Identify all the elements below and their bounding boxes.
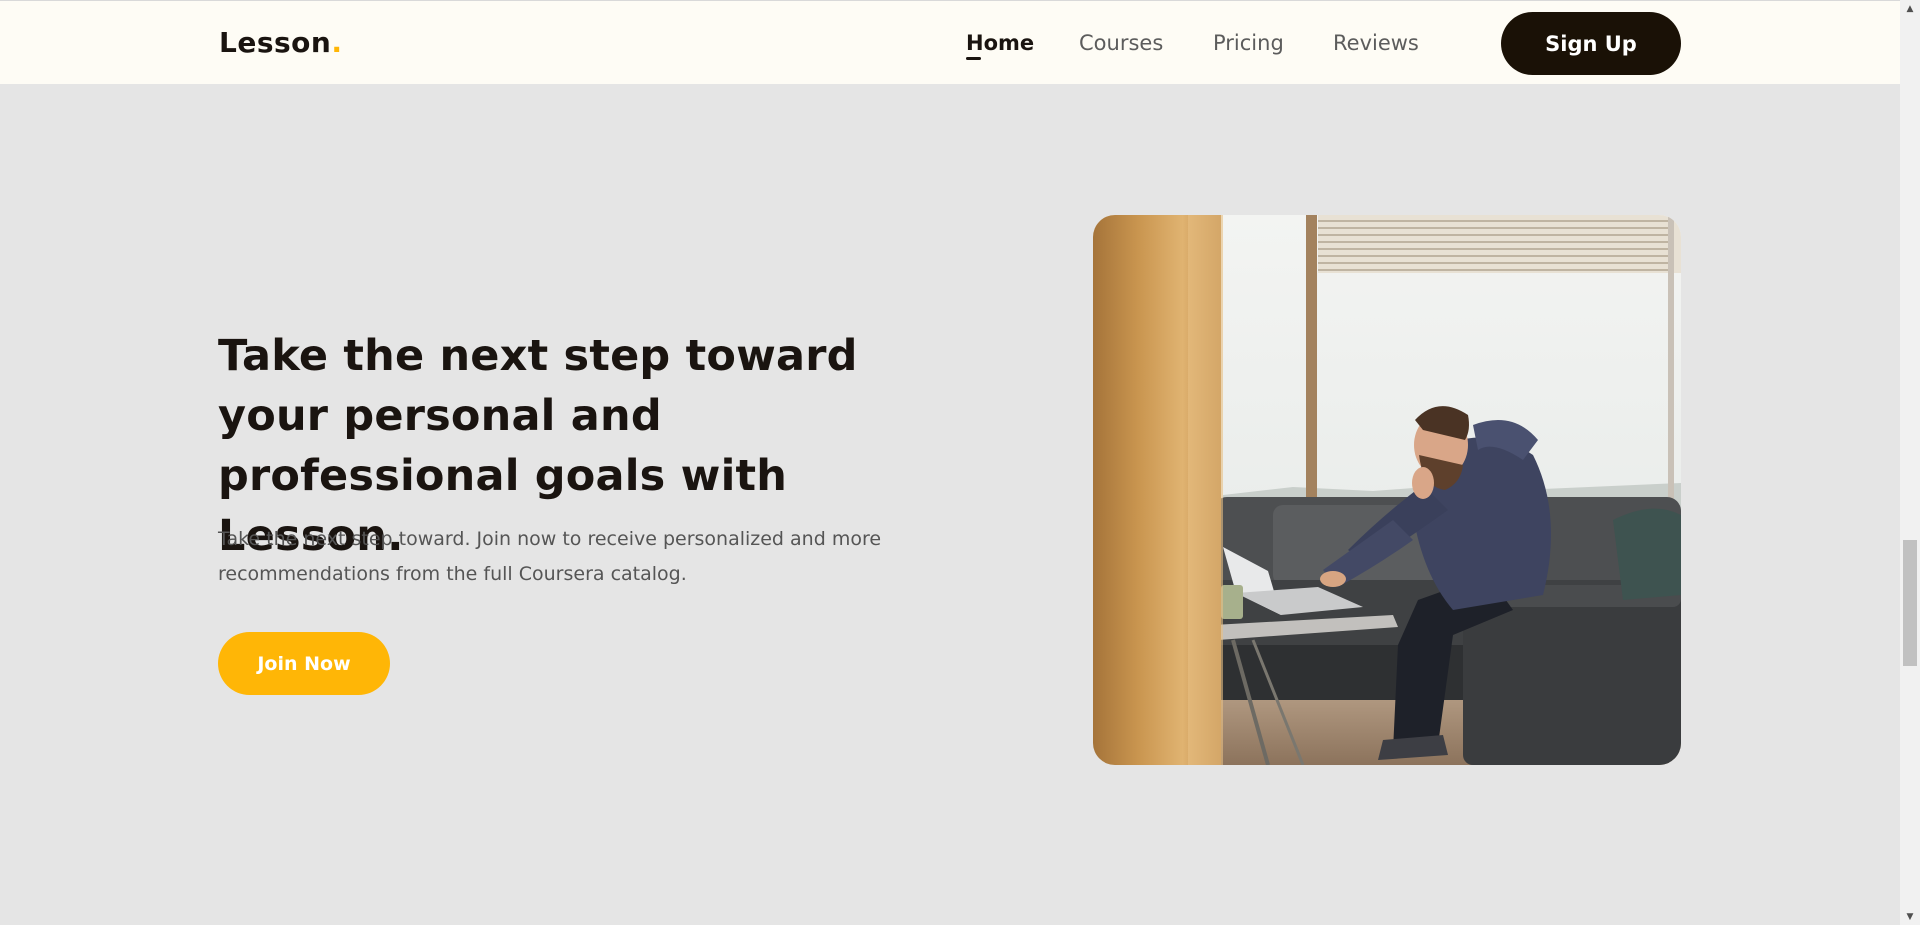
nav-link-reviews[interactable]: Reviews (1333, 29, 1419, 57)
join-now-button[interactable]: Join Now (218, 632, 390, 695)
vertical-scrollbar[interactable]: ▲ ▼ (1900, 0, 1920, 925)
nav-link-home[interactable]: Home (966, 29, 1035, 60)
logo[interactable]: Lesson. (219, 26, 342, 60)
hero-description: Take the next step toward. Join now to r… (218, 528, 882, 585)
active-nav-indicator (966, 57, 981, 60)
scroll-down-arrow-icon[interactable]: ▼ (1900, 908, 1920, 925)
hero-image (1093, 215, 1681, 765)
page: Lesson. Home Courses Pricing Reviews Sig… (0, 0, 1920, 925)
logo-text: Lesson (219, 26, 332, 59)
nav-link-label: Pricing (1213, 31, 1284, 55)
scroll-thumb[interactable] (1903, 540, 1917, 666)
nav-link-pricing[interactable]: Pricing (1213, 29, 1284, 57)
nav-link-label: Reviews (1333, 31, 1419, 55)
logo-dot: . (331, 26, 343, 59)
nav-link-label: Courses (1079, 31, 1164, 55)
scroll-up-arrow-icon[interactable]: ▲ (1900, 0, 1920, 17)
nav-link-courses[interactable]: Courses (1079, 29, 1163, 57)
header: Lesson. Home Courses Pricing Reviews Sig… (0, 0, 1900, 84)
nav-link-label: Home (966, 31, 1035, 55)
sign-up-button[interactable]: Sign Up (1501, 12, 1681, 75)
